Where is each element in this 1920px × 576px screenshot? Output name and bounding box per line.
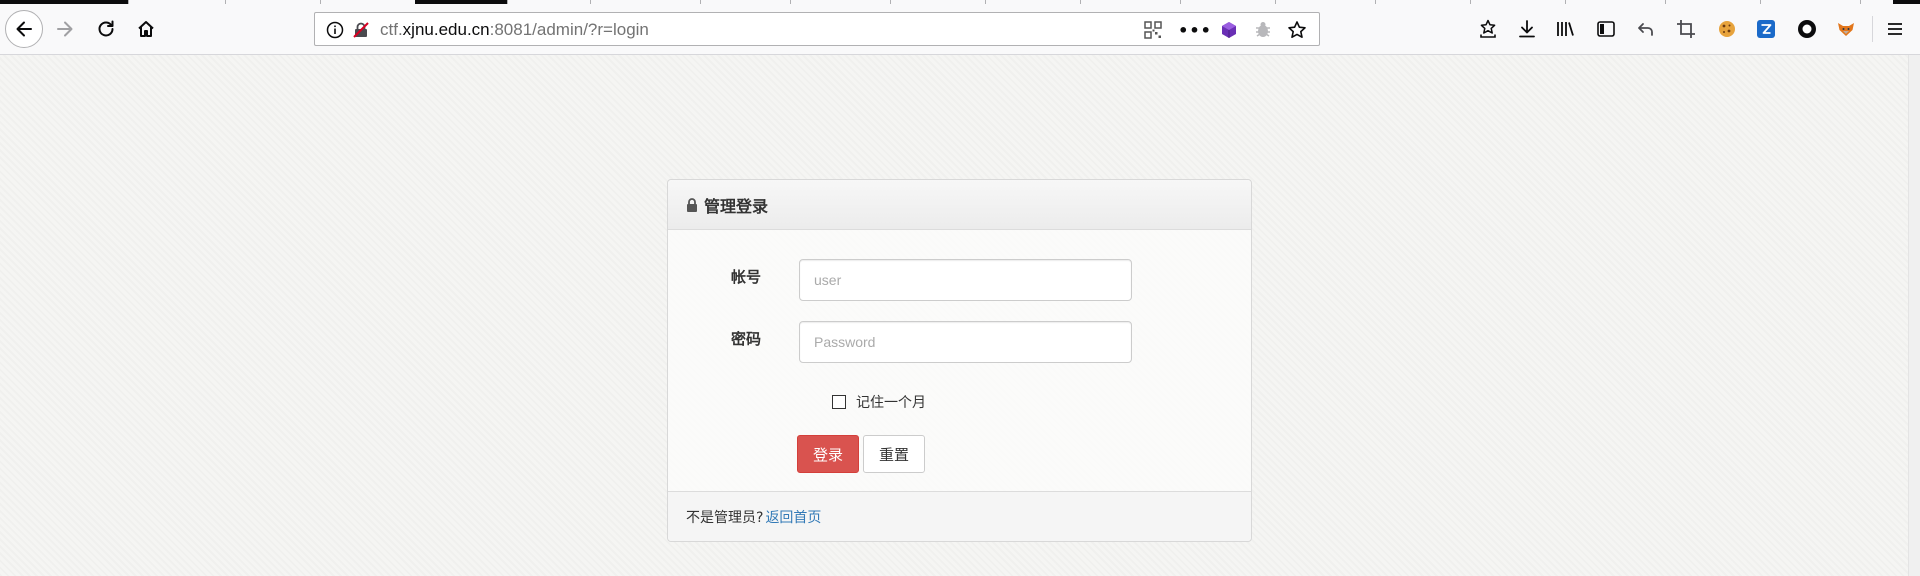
info-icon — [326, 21, 344, 39]
ring-extension-button[interactable] — [1795, 17, 1819, 41]
arrow-left-icon — [16, 21, 32, 37]
pocket-button[interactable] — [1476, 17, 1500, 41]
return-home-link[interactable]: 返回首页 — [765, 507, 821, 527]
login-panel: 管理登录 帐号 密码 记住一个月 登录 重置 不是管理员? 返回首页 — [667, 179, 1252, 542]
library-button[interactable] — [1553, 17, 1577, 41]
save-to-pocket-icon — [1480, 19, 1496, 38]
hamburger-menu-icon — [1888, 23, 1902, 35]
url-bar[interactable]: ctf.xjnu.edu.cn:8081/admin/?r=login ••• — [314, 12, 1320, 46]
insecure-lock-icon — [353, 22, 369, 38]
ring-icon — [1798, 20, 1816, 38]
remember-me[interactable]: 记住一个月 — [832, 392, 926, 412]
site-info-button[interactable] — [323, 18, 347, 42]
panel-title: 管理登录 — [704, 196, 769, 216]
home-icon — [138, 21, 154, 37]
cookie-extension-button[interactable] — [1715, 17, 1739, 41]
bookmark-star-button[interactable] — [1285, 18, 1309, 42]
menu-button[interactable] — [1883, 17, 1907, 41]
footer-text: 不是管理员? — [686, 509, 764, 526]
insecure-lock-button[interactable] — [349, 18, 373, 42]
extension-cube-button[interactable] — [1217, 18, 1241, 42]
crop-icon — [1677, 20, 1695, 38]
home-button[interactable] — [135, 18, 157, 40]
cookie-icon — [1719, 21, 1735, 37]
sidebar-icon — [1597, 21, 1615, 37]
page-scrollbar[interactable] — [1908, 55, 1920, 576]
screenshot-crop-button[interactable] — [1674, 17, 1698, 41]
arrow-right-icon — [57, 21, 73, 37]
username-label: 帐号 — [731, 268, 762, 286]
downloads-button[interactable] — [1515, 17, 1539, 41]
z-extension-button[interactable] — [1754, 17, 1778, 41]
undo-button[interactable] — [1634, 17, 1658, 41]
reload-button[interactable] — [95, 18, 117, 40]
bug-icon — [1256, 22, 1270, 37]
browser-toolbar: ctf.xjnu.edu.cn:8081/admin/?r=login ••• — [0, 4, 1920, 55]
sidebar-button[interactable] — [1594, 17, 1618, 41]
remember-checkbox[interactable] — [832, 395, 846, 409]
fox-icon — [1838, 23, 1854, 36]
qr-code-icon — [1144, 21, 1162, 39]
username-input[interactable] — [799, 259, 1132, 301]
url-text: ctf.xjnu.edu.cn:8081/admin/?r=login — [380, 20, 649, 39]
download-icon — [1519, 20, 1535, 38]
fox-extension-button[interactable] — [1834, 17, 1858, 41]
remember-label: 记住一个月 — [856, 395, 926, 411]
library-icon — [1557, 22, 1574, 36]
star-icon — [1288, 21, 1306, 38]
forward-button[interactable] — [54, 18, 76, 40]
password-label: 密码 — [731, 330, 762, 348]
undo-arrow-icon — [1638, 23, 1653, 36]
qr-code-button[interactable] — [1141, 18, 1165, 42]
back-button[interactable] — [5, 10, 43, 48]
lock-icon — [687, 197, 697, 212]
page-actions-button[interactable]: ••• — [1178, 18, 1211, 42]
panel-heading: 管理登录 — [668, 180, 1251, 230]
extension-bug-button[interactable] — [1251, 18, 1275, 42]
reset-button[interactable]: 重置 — [863, 435, 925, 473]
panel-footer: 不是管理员? 返回首页 — [668, 491, 1251, 541]
login-button[interactable]: 登录 — [797, 435, 859, 473]
reload-icon — [98, 20, 114, 37]
toolbar-divider — [1872, 16, 1873, 42]
purple-cube-icon — [1222, 22, 1236, 38]
z-extension-icon — [1757, 20, 1775, 38]
password-input[interactable] — [799, 321, 1132, 363]
